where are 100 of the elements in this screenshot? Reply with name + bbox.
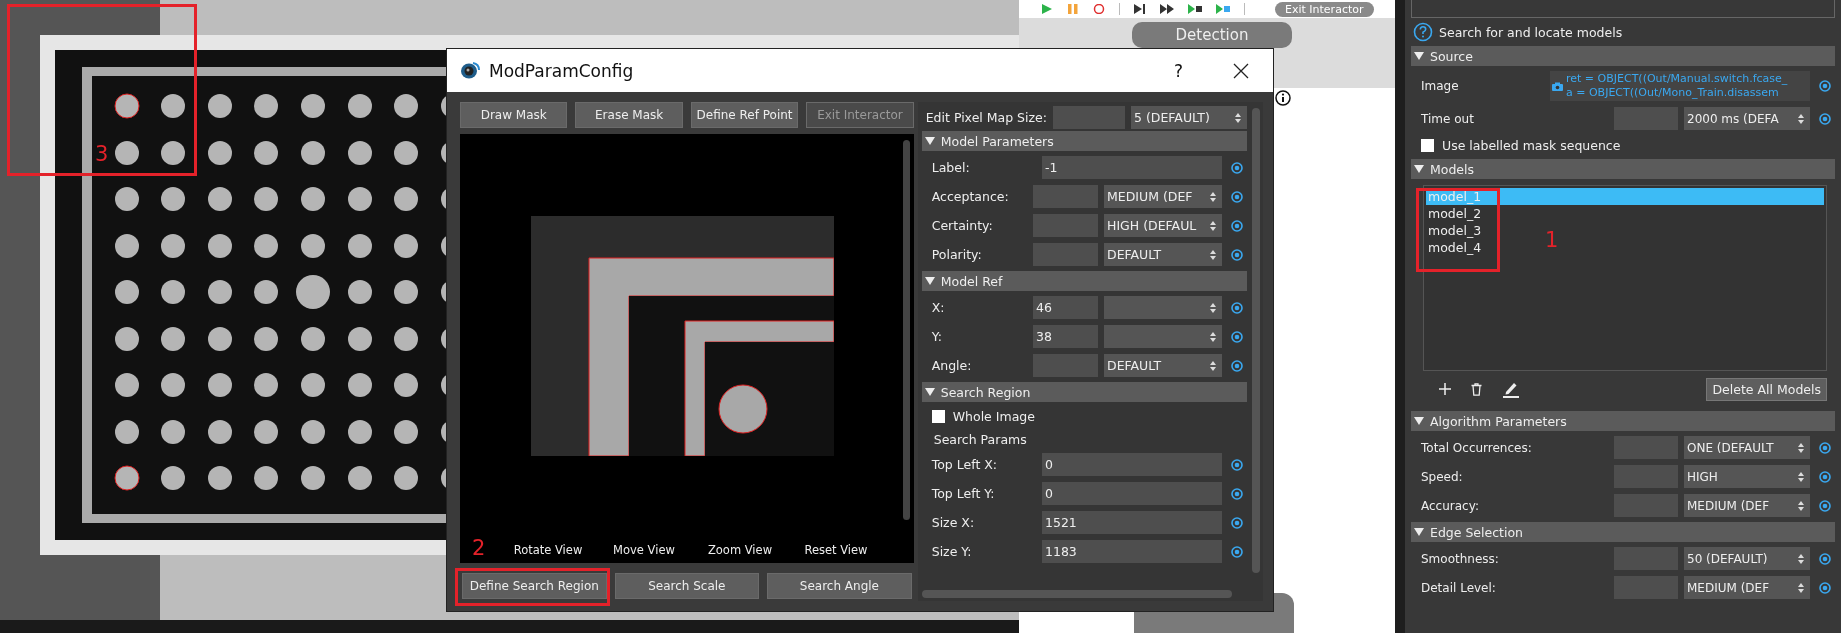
view-control[interactable]: Rotate View [500,543,596,557]
input-field[interactable] [1033,243,1098,266]
target-icon[interactable] [1819,552,1831,565]
flow-node[interactable]: Detection [1132,22,1292,48]
input-field[interactable]: 1183 [1042,540,1222,563]
dropdown[interactable]: MEDIUM (DEF [1104,185,1222,208]
record-icon[interactable] [1093,4,1105,14]
target-icon[interactable] [1819,581,1831,594]
image-viewport[interactable]: 2 Rotate View Move View Zoom View Reset View [460,134,914,563]
input-field[interactable]: 0 [1042,453,1222,476]
view-control[interactable]: Move View [596,543,692,557]
dropdown[interactable]: MEDIUM (DEF [1684,494,1810,517]
input-field[interactable]: -1 [1042,156,1222,179]
delete-all-models-button[interactable]: Delete All Models [1706,377,1827,401]
close-icon[interactable] [1233,62,1249,79]
annotation-number: 1 [1545,230,1559,251]
field-label: Acceptance: [931,189,1010,204]
dropdown[interactable]: HIGH (DEFAUL [1104,214,1222,237]
scrollbar[interactable] [1252,108,1260,573]
checkbox[interactable] [931,409,945,423]
scrollbar[interactable] [902,140,910,520]
spinner-arrows-icon [1798,582,1804,593]
exit-interactor-button[interactable]: Exit Interactor [1275,1,1374,17]
view-control[interactable]: Reset View [788,543,884,557]
input-field[interactable]: 46 [1033,296,1098,319]
dropdown[interactable]: ONE (DEFAULT [1684,436,1810,459]
input-field[interactable]: 0 [1042,482,1222,505]
target-icon[interactable] [1231,301,1243,314]
spinner-arrows-icon [1210,331,1216,342]
input-field[interactable] [1033,354,1098,377]
add-icon[interactable] [1439,383,1451,395]
target-icon[interactable] [1231,516,1243,529]
checkbox[interactable] [1421,138,1434,152]
dropdown[interactable]: DEFAULT [1104,243,1222,266]
delete-icon[interactable] [1471,382,1482,396]
dropdown[interactable]: DEFAULT [1104,354,1222,377]
target-icon[interactable] [1231,545,1243,558]
target-icon[interactable] [1819,470,1831,483]
section-header[interactable]: Algorithm Parameters [1411,411,1835,431]
help-button[interactable]: ? [1167,59,1189,82]
target-icon[interactable] [1231,359,1243,372]
edit-icon[interactable] [1502,380,1520,398]
play-icon[interactable] [1041,4,1053,14]
field-label: X: [931,300,946,315]
input-field[interactable] [1033,214,1098,237]
field-label: Time out [1421,111,1475,126]
checkbox-label: Whole Image [952,408,1035,424]
expand-arrow-icon[interactable] [1414,416,1424,426]
expand-arrow-icon[interactable] [1414,51,1424,61]
target-icon[interactable] [1231,458,1243,471]
field-label: Edit Pixel Map Size: [925,110,1047,125]
expression-field[interactable]: ret = OBJECT((Out/Manual.switch.fcase_ a = OBJECT((Out/Mono_Train.disassem [1550,71,1810,101]
target-icon[interactable] [1819,441,1831,454]
target-icon[interactable] [1231,248,1243,261]
tool-button[interactable]: Search Scale [614,573,760,599]
eye-icon [459,60,481,81]
section-header[interactable]: Search Region [921,382,1247,402]
target-icon[interactable] [1231,161,1243,174]
dropdown[interactable]: HIGH [1684,465,1810,488]
tool-button[interactable]: Search Angle [767,573,912,599]
input-field[interactable]: 1521 [1042,511,1222,534]
fast-forward-icon[interactable] [1160,4,1174,14]
target-icon[interactable] [1819,499,1831,512]
input-field[interactable] [1053,106,1125,129]
target-icon[interactable] [1819,112,1831,125]
input-field[interactable] [1033,185,1098,208]
tool-button[interactable]: Define Search Region [462,573,607,599]
expand-arrow-icon[interactable] [924,276,935,286]
step-into-icon[interactable] [1188,4,1202,14]
dropdown[interactable]: MEDIUM (DEF [1684,576,1810,599]
input-field[interactable]: 38 [1033,325,1098,348]
spinner-arrows-icon [1235,112,1241,123]
tool-button[interactable]: Draw Mask [460,102,568,128]
target-icon[interactable] [1819,80,1831,92]
info-icon[interactable] [1275,90,1291,106]
section-header[interactable]: Models [1411,159,1835,179]
section-header[interactable]: Model Parameters [921,131,1247,151]
expand-arrow-icon[interactable] [1414,527,1424,537]
target-icon[interactable] [1231,190,1243,203]
section-header[interactable]: Edge Selection [1411,522,1835,542]
expand-arrow-icon[interactable] [924,387,935,397]
scrollbar[interactable] [921,590,1232,598]
target-icon[interactable] [1231,487,1243,500]
section-header[interactable]: Model Ref [921,271,1247,291]
expand-arrow-icon[interactable] [1414,164,1424,174]
help-icon[interactable] [1413,22,1433,42]
expand-arrow-icon[interactable] [924,136,935,146]
view-control[interactable]: Zoom View [692,543,788,557]
target-icon[interactable] [1231,330,1243,343]
tool-button[interactable]: Erase Mask [575,102,683,128]
target-icon[interactable] [1231,219,1243,232]
step-icon[interactable] [1134,4,1146,14]
list-item[interactable]: model_2 [1426,205,1824,222]
tool-button[interactable]: Define Ref Point [690,102,799,128]
checkbox-label: Use labelled mask sequence [1442,137,1621,153]
dropdown[interactable]: 2000 ms (DEFA [1684,107,1810,130]
step-over-icon[interactable] [1216,4,1230,14]
section-header[interactable]: Source [1411,46,1835,66]
dropdown[interactable]: 50 (DEFAULT) [1684,547,1810,570]
dropdown[interactable]: 5 (DEFAULT) [1131,106,1247,129]
